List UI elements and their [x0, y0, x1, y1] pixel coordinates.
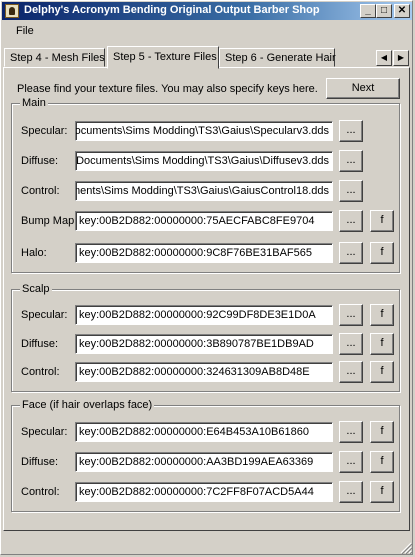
- scalp-specular-label: Specular:: [21, 309, 68, 321]
- main-halo-browse-button[interactable]: ...: [339, 242, 363, 264]
- scalp-control-f-button[interactable]: f: [370, 361, 394, 383]
- main-control-input[interactable]: ‪C:\Users\Documents\Sims Modding\TS3\Gai…: [75, 181, 333, 201]
- scalp-diffuse-browse-button[interactable]: ...: [339, 333, 363, 355]
- face-control-input[interactable]: key:00B2D882:00000000:7C2FF8F07ACD5A44: [75, 482, 333, 502]
- main-bump-map-input[interactable]: key:00B2D882:00000000:75AECFABC8FE9704: [75, 211, 333, 231]
- main-halo-label: Halo:: [21, 247, 47, 259]
- scalp-specular-f-button[interactable]: f: [370, 304, 394, 326]
- menu-bar: File: [2, 21, 412, 39]
- main-halo-input[interactable]: key:00B2D882:00000000:9C8F76BE31BAF565: [75, 243, 333, 263]
- next-button[interactable]: Next: [326, 78, 400, 99]
- scalp-control-input[interactable]: key:00B2D882:00000000:324631309AB8D48E: [75, 362, 333, 382]
- main-control-browse-button[interactable]: ...: [339, 180, 363, 202]
- scalp-diffuse-label: Diffuse:: [21, 338, 59, 350]
- face-specular-label: Specular:: [21, 426, 68, 438]
- face-diffuse-f-button[interactable]: f: [370, 451, 394, 473]
- app-icon: [5, 4, 19, 18]
- main-diffuse-input[interactable]: ‪C:\Users\Documents\Sims Modding\TS3\Gai…: [75, 151, 333, 171]
- scalp-diffuse-f-button[interactable]: f: [370, 333, 394, 355]
- minimize-button[interactable]: _: [360, 4, 376, 18]
- tab-texture-files[interactable]: Step 5 - Texture Files: [107, 46, 219, 69]
- scalp-specular-input[interactable]: key:00B2D882:00000000:92C99DF8DE3E1D0A: [75, 305, 333, 325]
- main-specular-browse-button[interactable]: ...: [339, 120, 363, 142]
- face-control-f-button[interactable]: f: [370, 481, 394, 503]
- maximize-button[interactable]: □: [376, 4, 392, 18]
- face-control-browse-button[interactable]: ...: [339, 481, 363, 503]
- main-halo-f-button[interactable]: f: [370, 242, 394, 264]
- main-bump-map-label: Bump Map:: [21, 215, 78, 227]
- title-bar[interactable]: Delphy's Acronym Bending Original Output…: [2, 2, 412, 20]
- tab-generate-hair[interactable]: Step 6 - Generate Hair: [219, 48, 336, 67]
- scalp-control-browse-button[interactable]: ...: [339, 361, 363, 383]
- main-specular-input[interactable]: ‪C:\Users\Documents\Sims Modding\TS3\Gai…: [75, 121, 333, 141]
- face-diffuse-browse-button[interactable]: ...: [339, 451, 363, 473]
- main-control-label: Control:: [21, 185, 60, 197]
- face-specular-input[interactable]: key:00B2D882:00000000:E64B453A10B61860: [75, 422, 333, 442]
- tab-scroll-left-icon[interactable]: ◀: [376, 50, 392, 66]
- scalp-control-label: Control:: [21, 366, 60, 378]
- menu-file[interactable]: File: [16, 25, 34, 37]
- tab-mesh-files[interactable]: Step 4 - Mesh Files: [4, 48, 105, 67]
- main-diffuse-browse-button[interactable]: ...: [339, 150, 363, 172]
- scalp-diffuse-input[interactable]: key:00B2D882:00000000:3B890787BE1DB9AD: [75, 334, 333, 354]
- face-group-title: Face (if hair overlaps face): [20, 399, 155, 411]
- face-specular-f-button[interactable]: f: [370, 421, 394, 443]
- resize-grip-icon[interactable]: [400, 542, 412, 554]
- face-diffuse-label: Diffuse:: [21, 456, 59, 468]
- main-specular-label: Specular:: [21, 125, 68, 137]
- main-bump-map-browse-button[interactable]: ...: [339, 210, 363, 232]
- face-specular-browse-button[interactable]: ...: [339, 421, 363, 443]
- close-button[interactable]: ✕: [394, 4, 410, 18]
- main-diffuse-label: Diffuse:: [21, 155, 59, 167]
- face-diffuse-input[interactable]: key:00B2D882:00000000:AA3BD199AEA63369: [75, 452, 333, 472]
- face-control-label: Control:: [21, 486, 60, 498]
- scalp-group-title: Scalp: [20, 283, 52, 295]
- window-title: Delphy's Acronym Bending Original Output…: [24, 4, 320, 16]
- tab-scroll-right-icon[interactable]: ▶: [393, 50, 409, 66]
- main-group-title: Main: [20, 97, 48, 109]
- main-bump-map-f-button[interactable]: f: [370, 210, 394, 232]
- instructions-text: Please find your texture files. You may …: [17, 83, 318, 95]
- scalp-specular-browse-button[interactable]: ...: [339, 304, 363, 326]
